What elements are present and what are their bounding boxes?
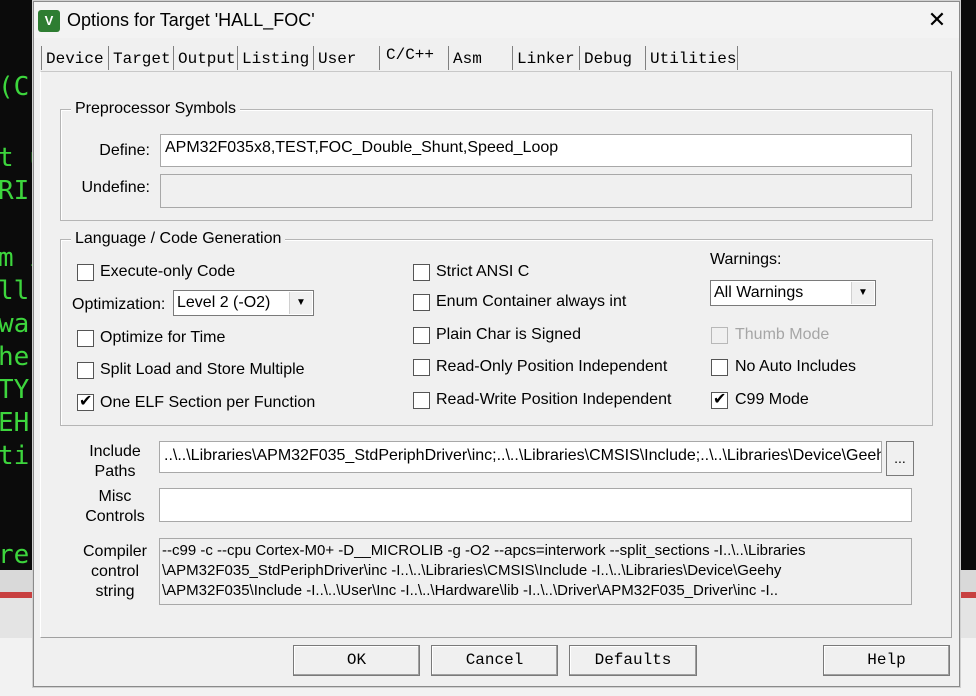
warnings-value: All Warnings <box>714 284 804 301</box>
include-paths-browse-button[interactable]: ... <box>886 441 914 476</box>
strict-ansi-label: Strict ANSI C <box>436 263 530 280</box>
no-auto-includes-checkbox[interactable] <box>711 359 728 376</box>
optimization-select[interactable]: Level 2 (-O2) ▼ <box>173 290 314 316</box>
optimize-time-checkbox[interactable] <box>77 330 94 347</box>
bg-code-line: he <box>0 342 30 372</box>
preprocessor-group-title: Preprocessor Symbols <box>71 100 240 118</box>
tab-linker[interactable]: Linker <box>513 46 580 70</box>
undefine-label: Undefine: <box>81 179 151 196</box>
enum-container-checkbox[interactable] <box>413 294 430 311</box>
warnings-label: Warnings: <box>710 251 782 268</box>
misc-controls-label: Misc Controls <box>85 488 145 525</box>
split-load-label: Split Load and Store Multiple <box>100 361 305 378</box>
include-paths-input[interactable]: ..\..\Libraries\APM32F035_StdPeriphDrive… <box>159 441 882 473</box>
tab-user[interactable]: User <box>314 46 380 70</box>
close-icon[interactable]: ✕ <box>921 6 953 34</box>
rw-position-label: Read-Write Position Independent <box>436 391 672 408</box>
include-paths-label: Include Paths <box>89 443 141 480</box>
warnings-select[interactable]: All Warnings ▼ <box>710 280 876 306</box>
plain-char-checkbox[interactable] <box>413 327 430 344</box>
define-input[interactable]: APM32F035x8,TEST,FOC_Double_Shunt,Speed_… <box>160 134 912 167</box>
ok-button[interactable]: OK <box>293 645 420 676</box>
bg-code-line: re <box>0 540 30 570</box>
compiler-string-line: --c99 -c --cpu Cortex-M0+ -D__MICROLIB -… <box>162 542 806 559</box>
strict-ansi-checkbox[interactable] <box>413 264 430 281</box>
enum-container-label: Enum Container always int <box>436 293 627 310</box>
checkmark-icon: ✔ <box>713 391 727 408</box>
tab-listing[interactable]: Listing <box>238 46 314 70</box>
one-elf-label: One ELF Section per Function <box>100 394 316 411</box>
tab-output[interactable]: Output <box>174 46 238 70</box>
bg-code-line: TY <box>0 375 30 405</box>
optimization-value: Level 2 (-O2) <box>177 294 271 311</box>
compiler-string-label: Compiler control string <box>82 543 147 600</box>
undefine-input[interactable] <box>160 174 912 208</box>
ro-position-checkbox[interactable] <box>413 359 430 376</box>
bg-code-line: ti <box>0 441 30 471</box>
bg-code-line: ll <box>0 276 30 306</box>
tab-utilities[interactable]: Utilities <box>646 46 738 70</box>
defaults-button[interactable]: Defaults <box>569 645 697 676</box>
no-auto-includes-label: No Auto Includes <box>735 358 856 375</box>
chevron-down-icon[interactable]: ▼ <box>851 282 874 304</box>
bg-code-line: wa <box>0 309 30 339</box>
tab-device[interactable]: Device <box>41 46 109 70</box>
rw-position-checkbox[interactable] <box>413 392 430 409</box>
misc-controls-input[interactable] <box>159 488 912 522</box>
language-group-title: Language / Code Generation <box>71 230 286 248</box>
execute-only-checkbox[interactable] <box>77 264 94 281</box>
title-bar[interactable]: V Options for Target 'HALL_FOC' ✕ <box>34 2 959 38</box>
thumb-mode-checkbox <box>711 327 728 344</box>
optimization-label: Optimization: <box>72 296 166 313</box>
cancel-button[interactable]: Cancel <box>431 645 558 676</box>
dialog-title: Options for Target 'HALL_FOC' <box>67 10 315 30</box>
checkmark-icon: ✔ <box>79 393 93 410</box>
thumb-mode-label: Thumb Mode <box>735 326 830 343</box>
c99-mode-label: C99 Mode <box>735 391 809 408</box>
chevron-down-icon[interactable]: ▼ <box>289 292 312 314</box>
keil-uvision-icon: V <box>38 10 60 32</box>
compiler-control-string: --c99 -c --cpu Cortex-M0+ -D__MICROLIB -… <box>159 538 912 605</box>
c99-mode-checkbox[interactable]: ✔ <box>711 391 728 409</box>
compiler-string-line: \APM32F035_StdPeriphDriver\inc -I..\..\L… <box>162 562 782 579</box>
plain-char-label: Plain Char is Signed <box>436 326 581 343</box>
tab-debug[interactable]: Debug <box>580 46 646 70</box>
language-group: Language / Code Generation Execute-only … <box>60 230 933 426</box>
bg-code-line: RI <box>0 176 30 206</box>
options-dialog: V Options for Target 'HALL_FOC' ✕ Device… <box>33 1 960 687</box>
help-button[interactable]: Help <box>823 645 950 676</box>
execute-only-label: Execute-only Code <box>100 263 236 280</box>
preprocessor-group: Preprocessor Symbols Define: APM32F035x8… <box>60 100 933 221</box>
tab-asm[interactable]: Asm <box>448 46 513 70</box>
cpp-tab-panel: Preprocessor Symbols Define: APM32F035x8… <box>40 71 952 638</box>
tab-cpp[interactable]: C/C++ <box>382 42 448 72</box>
compiler-string-line: \APM32F035\Include -I..\..\User\Inc -I..… <box>162 582 779 599</box>
tab-target[interactable]: Target <box>109 46 174 70</box>
define-label: Define: <box>99 142 150 159</box>
split-load-checkbox[interactable] <box>77 362 94 379</box>
optimize-time-label: Optimize for Time <box>100 329 226 346</box>
ro-position-label: Read-Only Position Independent <box>436 358 668 375</box>
one-elf-checkbox[interactable]: ✔ <box>77 393 94 411</box>
bg-code-line: EH <box>0 408 30 438</box>
